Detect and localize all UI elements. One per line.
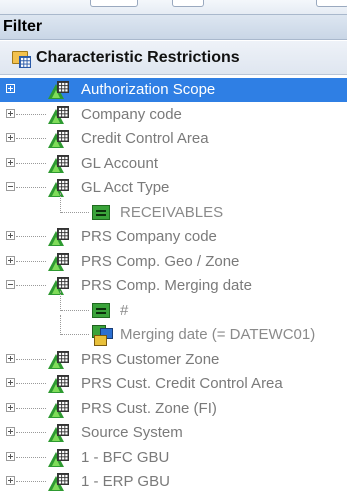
characteristic-icon bbox=[47, 350, 69, 370]
tree-item-label: PRS Cust. Credit Control Area bbox=[81, 375, 283, 392]
tree-item-label: 1 - ERP GBU bbox=[81, 473, 170, 490]
tree-connector bbox=[16, 407, 46, 410]
toolbar-tab-left[interactable] bbox=[90, 0, 138, 7]
tree-item[interactable]: PRS Comp. Geo / Zone bbox=[0, 250, 347, 274]
section-title: Characteristic Restrictions bbox=[36, 48, 240, 66]
tree-connector bbox=[16, 285, 46, 287]
tree-connector bbox=[16, 260, 46, 263]
collapse-icon[interactable] bbox=[6, 280, 15, 289]
tree-item[interactable]: GL Account bbox=[0, 152, 347, 176]
tree-connector bbox=[16, 456, 46, 459]
characteristic-icon bbox=[47, 448, 69, 468]
toolbar-tab-right[interactable] bbox=[316, 0, 347, 7]
tree-connector bbox=[60, 192, 62, 213]
tree-child-item[interactable]: RECEIVABLES bbox=[0, 192, 347, 225]
characteristic-icon bbox=[47, 423, 69, 443]
tree-item-label: Company code bbox=[81, 105, 182, 123]
tree-item[interactable]: PRS Cust. Credit Control Area bbox=[0, 372, 347, 396]
tree-connector bbox=[16, 162, 46, 165]
tree-item-label: PRS Company code bbox=[81, 228, 217, 245]
toolbar-tab-middle[interactable] bbox=[172, 0, 204, 7]
tree-connector bbox=[16, 138, 46, 140]
equals-icon bbox=[92, 302, 110, 318]
tree-item[interactable]: 1 - ERP GBU bbox=[0, 470, 347, 494]
tree-child-label: RECEIVABLES bbox=[120, 203, 224, 221]
characteristic-folder-icon bbox=[12, 49, 31, 68]
tree-item[interactable]: PRS Comp. Merging date bbox=[0, 274, 347, 298]
tree-connector bbox=[16, 432, 46, 434]
expand-icon[interactable] bbox=[6, 353, 15, 363]
top-toolbar-strip bbox=[0, 0, 347, 14]
expand-icon[interactable] bbox=[6, 451, 15, 461]
tree-item-label: PRS Comp. Geo / Zone bbox=[81, 252, 240, 270]
tree-item-label: Authorization Scope bbox=[79, 79, 218, 101]
tree-item[interactable]: PRS Customer Zone bbox=[0, 348, 347, 372]
tree-item[interactable]: GL Acct Type bbox=[0, 176, 347, 200]
characteristic-icon bbox=[47, 374, 69, 394]
tree-item-label: 1 - BFC GBU bbox=[81, 448, 170, 466]
tree-item[interactable]: Credit Control Area bbox=[0, 127, 347, 151]
tree-item-label: Credit Control Area bbox=[81, 130, 209, 147]
expand-icon[interactable] bbox=[6, 133, 15, 142]
tree-item-label: PRS Cust. Zone (FI) bbox=[81, 399, 217, 417]
characteristic-icon bbox=[47, 252, 69, 272]
characteristic-icon bbox=[47, 80, 69, 100]
expand-icon[interactable] bbox=[6, 378, 15, 387]
tree-connector bbox=[61, 334, 89, 336]
expand-icon[interactable] bbox=[6, 255, 15, 265]
characteristic-icon bbox=[47, 399, 69, 419]
tree-item[interactable]: 1 - BFC GBU bbox=[0, 446, 347, 470]
tree-connector bbox=[60, 290, 62, 311]
characteristic-icon bbox=[47, 105, 69, 125]
tree-connector bbox=[16, 187, 46, 189]
tree-item[interactable]: PRS Cust. Zone (FI) bbox=[0, 397, 347, 421]
tree-item[interactable]: PRS Company code bbox=[0, 225, 347, 249]
tree-connector bbox=[16, 236, 46, 238]
tree-connector bbox=[16, 481, 46, 483]
tree-item[interactable]: Source System bbox=[0, 421, 347, 445]
tree-connector bbox=[16, 383, 46, 385]
tree-item[interactable]: Authorization Scope bbox=[0, 78, 347, 102]
equals-icon bbox=[92, 204, 110, 220]
variable-icon bbox=[92, 325, 113, 346]
tree-child-label: # bbox=[120, 301, 129, 319]
tree-item-label: GL Acct Type bbox=[81, 179, 170, 196]
expand-icon[interactable] bbox=[6, 84, 15, 93]
expand-icon[interactable] bbox=[6, 108, 15, 118]
characteristic-icon bbox=[47, 472, 69, 492]
tree-item-label: PRS Customer Zone bbox=[81, 350, 220, 368]
section-header[interactable]: Characteristic Restrictions bbox=[0, 41, 347, 75]
tree-item-label: PRS Comp. Merging date bbox=[81, 277, 252, 294]
tree-child-label: Merging date (= DATEWC01) bbox=[120, 326, 316, 343]
expand-icon[interactable] bbox=[6, 402, 15, 412]
tree-connector bbox=[16, 113, 46, 116]
expand-icon[interactable] bbox=[6, 231, 15, 240]
characteristic-icon bbox=[47, 154, 69, 174]
tree-item-label: Source System bbox=[81, 424, 183, 441]
tree-connector bbox=[16, 358, 46, 361]
tree-child-item[interactable]: # bbox=[0, 290, 347, 323]
tree-item[interactable]: Company code bbox=[0, 103, 347, 127]
tree-connector bbox=[61, 309, 89, 312]
tree-connector bbox=[61, 211, 89, 214]
tree-connector bbox=[60, 315, 62, 335]
tree-child-item[interactable]: Merging date (= DATEWC01) bbox=[0, 315, 347, 347]
characteristic-icon bbox=[47, 276, 69, 296]
expand-icon[interactable] bbox=[6, 476, 15, 485]
collapse-icon[interactable] bbox=[6, 182, 15, 191]
characteristic-icon bbox=[47, 178, 69, 198]
panel-title: Filter bbox=[0, 14, 347, 40]
characteristic-icon bbox=[47, 227, 69, 247]
expand-icon[interactable] bbox=[6, 157, 15, 167]
tree-item-label: GL Account bbox=[81, 154, 158, 172]
expand-icon[interactable] bbox=[6, 427, 15, 436]
characteristic-icon bbox=[47, 129, 69, 149]
